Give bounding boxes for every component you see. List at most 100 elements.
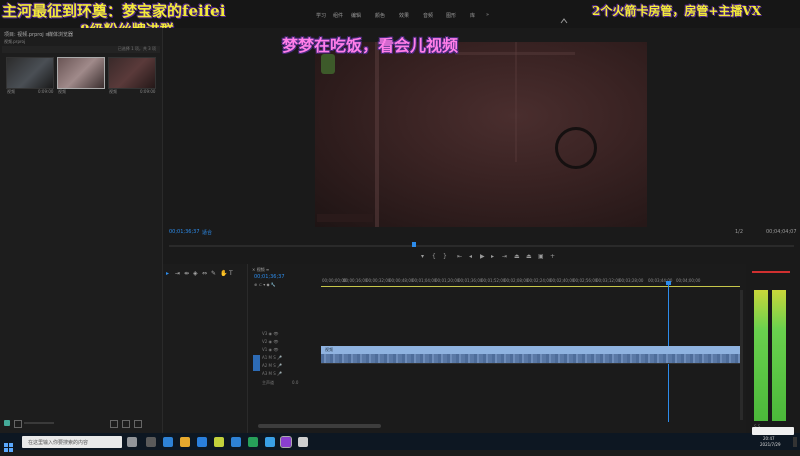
hand-tool-icon[interactable]: ✋ (220, 270, 227, 277)
project-search-input[interactable]: 已选择 1 项，共 3 项 (2, 46, 160, 53)
timeline-tools[interactable]: ⊕ ⊂ ▾ ◆ 🔧 (254, 282, 304, 287)
track-a1-header[interactable]: A1 M S 🎤 (262, 355, 320, 363)
search-placeholder: 在这里输入你要搜索的内容 (28, 440, 89, 446)
step-forward-icon[interactable]: ▸ (491, 253, 494, 260)
slip-tool-icon[interactable]: ⇔ (202, 270, 207, 277)
timeline-playhead-handle[interactable] (666, 281, 671, 285)
menu-item-libraries[interactable]: 库 (470, 12, 475, 19)
folder-icon[interactable] (180, 437, 190, 447)
track-label: A2 (262, 363, 268, 368)
zoom-slider[interactable] (24, 422, 54, 424)
track-v1-header[interactable]: V1 ◉ 👁 (262, 347, 320, 355)
overlay-top-right: 2个火箭卡房管，房管+主播VX (592, 4, 762, 18)
track-v2-header[interactable]: V2 ◉ 👁 (262, 339, 320, 347)
lift-icon[interactable]: ⏏ (514, 253, 520, 260)
ruler-tick: 00;04;00;00 (676, 278, 701, 283)
menu-item-learn[interactable]: 学习 (316, 12, 326, 19)
overlay-title: 主河最征到环奠：梦宝家的feifei (2, 2, 226, 20)
share-icon[interactable] (560, 10, 568, 24)
project-panel: 项目: 视频.prproj ≡ 媒体浏览器 视频.prproj 已选择 1 项，… (0, 28, 163, 433)
premiere-icon[interactable] (280, 436, 292, 448)
go-to-out-icon[interactable]: ⇥ (502, 253, 507, 260)
selection-tool-icon[interactable]: ▸ (166, 270, 169, 277)
ruler-tick: 00;03;12;00 (596, 278, 621, 283)
menu-item-color[interactable]: 颜色 (375, 12, 385, 19)
playhead-scrubber[interactable] (169, 245, 794, 247)
track-a3-header[interactable]: A3 M S 🎤 (262, 371, 320, 379)
type-tool-icon[interactable]: T (229, 270, 233, 277)
tab-sequence[interactable]: × 视频 ≡ (252, 267, 269, 273)
menu-item-audio[interactable]: 音频 (423, 12, 433, 19)
pen-tool-icon[interactable]: ✎ (211, 270, 216, 277)
quality-dropdown[interactable]: 1/2 (735, 229, 743, 235)
video-clip[interactable]: 视频 (321, 346, 740, 354)
fit-dropdown[interactable]: 适合 (202, 229, 212, 236)
audio-clip[interactable] (321, 354, 740, 363)
ruler-tick: 00;00;32;00 (366, 278, 391, 283)
tab-media-browser[interactable]: 媒体浏览器 (48, 31, 73, 38)
clip-thumbnail-selected[interactable] (57, 57, 105, 89)
playhead-marker[interactable] (412, 242, 416, 247)
clip-duration: 0:09:00 (38, 89, 54, 94)
wechat-icon[interactable] (248, 437, 258, 447)
source-patch-v1[interactable] (253, 355, 260, 363)
track-a2-header[interactable]: A2 M S 🎤 (262, 363, 320, 371)
menu-more-icon[interactable]: » (486, 12, 489, 18)
work-area-bar[interactable] (321, 286, 740, 287)
razor-tool-icon[interactable]: ◈ (193, 270, 198, 277)
app-icon[interactable] (265, 437, 275, 447)
audio-meters: S S (746, 264, 800, 434)
player-character (321, 54, 335, 74)
step-back-icon[interactable]: ◂ (469, 253, 472, 260)
menu-item-effects[interactable]: 效果 (399, 12, 409, 19)
windows-start-icon[interactable] (4, 437, 13, 452)
scope-ring (555, 127, 597, 169)
track-label: V2 (262, 339, 268, 344)
clip-thumbnail[interactable] (108, 57, 156, 89)
list-view-icon[interactable] (4, 420, 10, 426)
ripple-tool-icon[interactable]: ⇹ (184, 270, 189, 277)
master-value[interactable]: 0.0 (292, 380, 298, 385)
play-icon[interactable]: ▶ (480, 253, 485, 260)
video-frame[interactable] (315, 42, 647, 227)
show-desktop-button[interactable] (793, 437, 797, 447)
ruler-tick: 00;01;20;00 (435, 278, 460, 283)
tab-project[interactable]: 项目: 视频.prproj ≡ (4, 31, 49, 38)
track-select-tool-icon[interactable]: ⇥ (175, 270, 180, 277)
timeline-timecode[interactable]: 00;01;36;37 (254, 274, 285, 280)
selection-count: 已选择 1 项，共 3 项 (117, 46, 156, 51)
new-item-icon[interactable] (122, 420, 130, 428)
app-icon[interactable] (214, 437, 224, 447)
timeline-vertical-scrollbar[interactable] (740, 290, 743, 420)
menu-item-assembly[interactable]: 组件 (333, 12, 343, 19)
app-icon[interactable] (197, 437, 207, 447)
app-icon[interactable] (298, 437, 308, 447)
app-icon[interactable] (146, 437, 156, 447)
clip-thumbnail[interactable] (6, 57, 54, 89)
monitor-timecode[interactable]: 00;01;36;37 (169, 229, 200, 235)
extract-icon[interactable]: ⏏ (526, 253, 532, 260)
menu-item-editing[interactable]: 编辑 (351, 12, 361, 19)
clear-icon[interactable] (134, 420, 142, 428)
ruler-tick: 00;01;36;00 (458, 278, 483, 283)
master-track-label: 主声道 (262, 380, 274, 385)
menu-item-graphics[interactable]: 图形 (446, 12, 456, 19)
taskbar-search-input[interactable]: 在这里输入你要搜索的内容 (22, 436, 122, 448)
clock-date: 2021/7/29 (760, 442, 781, 447)
mark-out-icon[interactable]: } (443, 253, 447, 260)
track-label: V1 (262, 347, 268, 352)
browser-icon[interactable] (163, 437, 173, 447)
clip-name: 视频 (109, 89, 117, 94)
icon-view-icon[interactable] (14, 420, 22, 428)
app-icon[interactable] (231, 437, 241, 447)
source-patch-a1[interactable] (253, 363, 260, 371)
camera-icon[interactable]: ▣ (538, 253, 544, 260)
go-to-in-icon[interactable]: ⇤ (457, 253, 462, 260)
timeline-scrollbar[interactable] (258, 424, 381, 428)
settings-icon[interactable]: + (550, 253, 555, 260)
track-v3-header[interactable]: V3 ◉ 👁 (262, 331, 320, 339)
mark-in-icon[interactable]: { (432, 253, 436, 260)
new-bin-icon[interactable] (110, 420, 118, 428)
add-marker-icon[interactable]: ▾ (421, 253, 424, 260)
task-view-icon[interactable] (127, 437, 137, 447)
